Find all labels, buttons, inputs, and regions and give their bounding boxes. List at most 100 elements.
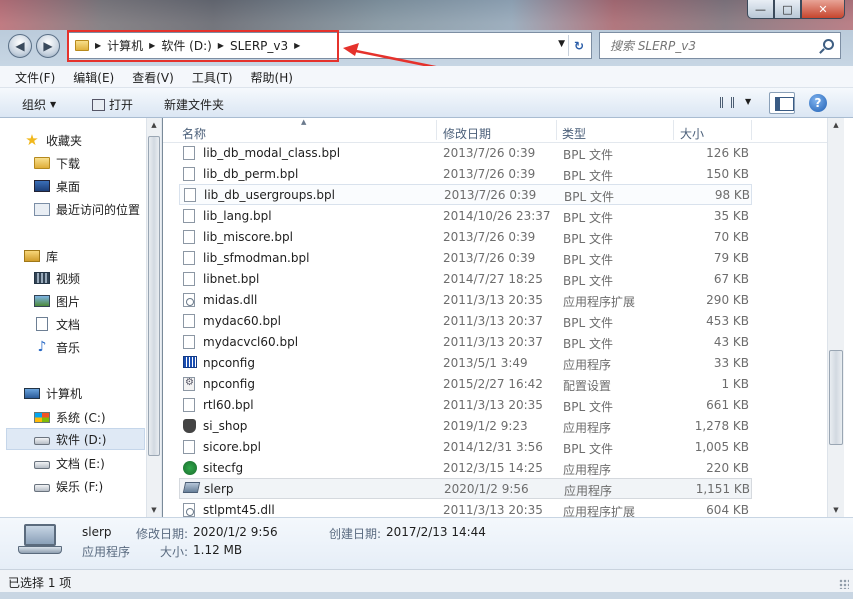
nav-favorites[interactable]: ★ 收藏夹: [24, 129, 161, 151]
column-divider[interactable]: [556, 120, 557, 140]
column-header: ▲ 名称 修改日期 类型 大小: [163, 118, 827, 143]
nav-desktop[interactable]: 桌面: [34, 175, 161, 197]
file-list: ▲ 名称 修改日期 类型 大小 lib_db_modal_class.bpl 2…: [163, 118, 853, 517]
nav-recent[interactable]: 最近访问的位置: [34, 198, 161, 220]
file-row-selected[interactable]: slerp 2020/1/2 9:56 应用程序 1,151 KB: [179, 478, 752, 499]
column-divider[interactable]: [673, 120, 674, 140]
menu-tools[interactable]: 工具(T): [183, 66, 242, 87]
column-divider[interactable]: [751, 120, 752, 140]
nav-videos[interactable]: 视频: [34, 267, 161, 289]
file-size: 1,278 KB: [694, 419, 749, 433]
desktop-background-strip: [0, 0, 853, 30]
nav-desktop-label: 桌面: [56, 179, 81, 194]
file-row[interactable]: npconfig 2013/5/1 3:49 应用程序 33 KB: [179, 353, 752, 374]
column-type[interactable]: 类型: [562, 125, 586, 142]
nav-scrollbar[interactable]: ▲ ▼: [146, 118, 161, 517]
back-arrow-icon: ◀: [15, 39, 25, 53]
minimize-button[interactable]: —: [747, 0, 774, 19]
nav-drive-d[interactable]: 软件 (D:): [6, 428, 145, 450]
file-size: 70 KB: [713, 230, 749, 244]
file-row[interactable]: sitecfg 2012/3/15 14:25 应用程序 220 KB: [179, 458, 752, 479]
nav-libraries-label: 库: [46, 249, 59, 264]
resize-grip-icon[interactable]: [839, 579, 849, 589]
column-name[interactable]: 名称: [182, 125, 206, 142]
nav-documents-label: 文档: [56, 317, 81, 332]
file-size: 35 KB: [713, 209, 749, 223]
change-view-icon[interactable]: [720, 97, 734, 108]
nav-documents[interactable]: 文档: [34, 313, 161, 335]
view-options-dropdown-icon[interactable]: ▼: [745, 97, 751, 106]
refresh-button[interactable]: ↻: [568, 35, 589, 56]
file-row-hover[interactable]: lib_db_usergroups.bpl 2013/7/26 0:39 BPL…: [179, 184, 752, 205]
maximize-button[interactable]: □: [774, 0, 801, 19]
file-type: 应用程序扩展: [563, 295, 636, 309]
file-row[interactable]: libnet.bpl 2014/7/27 18:25 BPL 文件 67 KB: [179, 269, 752, 290]
nav-music[interactable]: ♪ 音乐: [34, 336, 161, 358]
window-bottom-border: [0, 592, 853, 599]
scroll-down-icon[interactable]: ▼: [828, 503, 844, 517]
close-button[interactable]: ✕: [801, 0, 845, 19]
si-shop-app-icon: [183, 419, 196, 433]
file-row[interactable]: si_shop 2019/1/2 9:23 应用程序 1,278 KB: [179, 416, 752, 437]
nav-drive-e[interactable]: 文档 (E:): [34, 452, 161, 474]
help-button[interactable]: ?: [809, 94, 827, 112]
address-history-dropdown-icon[interactable]: ▼: [558, 39, 565, 49]
video-icon: [34, 272, 50, 284]
menu-help[interactable]: 帮助(H): [242, 66, 302, 87]
menu-file[interactable]: 文件(F): [6, 66, 64, 87]
file-row[interactable]: stlpmt45.dll 2011/3/13 20:35 应用程序扩展 604 …: [179, 500, 752, 517]
scroll-down-icon[interactable]: ▼: [147, 503, 161, 517]
file-date: 2013/7/26 0:39: [444, 188, 537, 202]
nav-drive-c[interactable]: 系统 (C:): [34, 406, 161, 428]
file-date: 2020/1/2 9:56: [444, 482, 529, 496]
menu-view[interactable]: 查看(V): [123, 66, 183, 87]
nav-scroll-thumb[interactable]: [148, 136, 160, 456]
file-row[interactable]: npconfig 2015/2/27 16:42 配置设置 1 KB: [179, 374, 752, 395]
file-name: sitecfg: [203, 461, 244, 475]
file-row[interactable]: sicore.bpl 2014/12/31 3:56 BPL 文件 1,005 …: [179, 437, 752, 458]
file-row[interactable]: rtl60.bpl 2011/3/13 20:35 BPL 文件 661 KB: [179, 395, 752, 416]
file-row[interactable]: lib_miscore.bpl 2013/7/26 0:39 BPL 文件 70…: [179, 227, 752, 248]
search-box[interactable]: [599, 32, 841, 59]
command-bar: 组织 ▼ 打开 新建文件夹 ▼ ?: [0, 88, 853, 118]
organize-button[interactable]: 组织 ▼: [22, 96, 56, 113]
navigation-pane: ★ 收藏夹 下载 桌面 最近访问的位置 库 视频 图片 文档 ♪ 音乐 计算机 …: [0, 118, 162, 517]
menu-edit[interactable]: 编辑(E): [64, 66, 123, 87]
library-icon: [24, 250, 40, 262]
scroll-up-icon[interactable]: ▲: [147, 118, 161, 132]
file-type: BPL 文件: [563, 211, 613, 225]
preview-pane-button[interactable]: [769, 92, 795, 114]
column-date[interactable]: 修改日期: [443, 125, 491, 142]
file-list-scrollbar[interactable]: ▲ ▼: [827, 118, 844, 517]
file-date: 2013/7/26 0:39: [443, 251, 536, 265]
search-icon[interactable]: [823, 39, 834, 50]
file-size: 661 KB: [706, 398, 749, 412]
nav-pictures[interactable]: 图片: [34, 290, 161, 312]
nav-computer[interactable]: 计算机: [24, 382, 161, 404]
new-folder-button[interactable]: 新建文件夹: [164, 96, 224, 113]
drive-icon: [34, 436, 50, 445]
file-row[interactable]: midas.dll 2011/3/13 20:35 应用程序扩展 290 KB: [179, 290, 752, 311]
column-divider[interactable]: [436, 120, 437, 140]
nav-drive-f[interactable]: 娱乐 (F:): [34, 475, 161, 497]
file-row[interactable]: lib_db_modal_class.bpl 2013/7/26 0:39 BP…: [179, 143, 752, 164]
file-name: sicore.bpl: [203, 440, 261, 454]
nav-libraries[interactable]: 库: [24, 245, 161, 267]
open-button[interactable]: 打开: [92, 96, 133, 113]
file-list-scroll-thumb[interactable]: [829, 350, 843, 445]
file-row[interactable]: lib_db_perm.bpl 2013/7/26 0:39 BPL 文件 15…: [179, 164, 752, 185]
annotation-highlight-box: [67, 30, 339, 62]
back-button[interactable]: ◀: [8, 34, 32, 58]
file-date: 2011/3/13 20:35: [443, 398, 543, 412]
bpl-file-icon: [183, 314, 195, 328]
forward-button[interactable]: ▶: [36, 34, 60, 58]
scroll-up-icon[interactable]: ▲: [828, 118, 844, 132]
file-date: 2011/3/13 20:35: [443, 503, 543, 517]
column-size[interactable]: 大小: [680, 125, 704, 142]
file-row[interactable]: lib_lang.bpl 2014/10/26 23:37 BPL 文件 35 …: [179, 206, 752, 227]
file-row[interactable]: mydac60.bpl 2011/3/13 20:37 BPL 文件 453 K…: [179, 311, 752, 332]
search-input[interactable]: [608, 38, 808, 54]
nav-downloads[interactable]: 下载: [34, 152, 161, 174]
file-row[interactable]: mydacvcl60.bpl 2011/3/13 20:37 BPL 文件 43…: [179, 332, 752, 353]
file-row[interactable]: lib_sfmodman.bpl 2013/7/26 0:39 BPL 文件 7…: [179, 248, 752, 269]
